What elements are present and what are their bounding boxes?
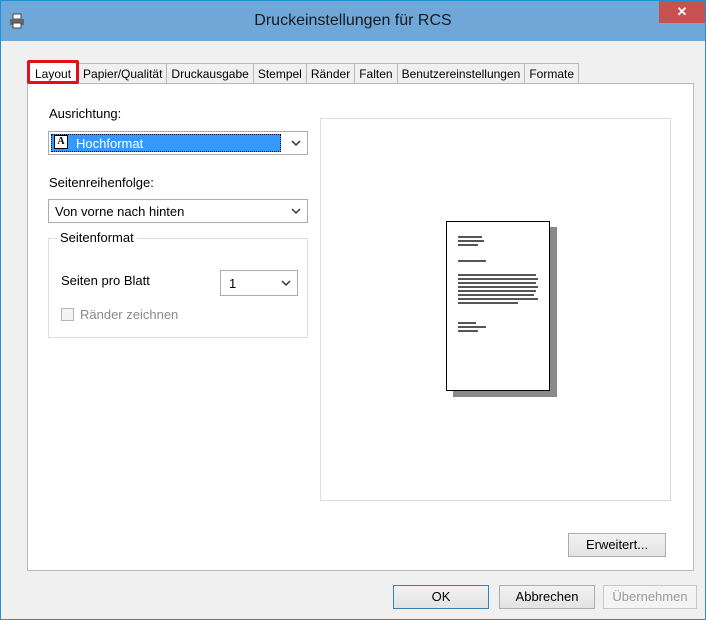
- draw-borders-label: Ränder zeichnen: [80, 307, 179, 322]
- page-format-group: Seitenformat Seiten pro Blatt 1 Ränder z…: [48, 230, 308, 338]
- portrait-page-icon: A: [54, 135, 68, 149]
- advanced-button[interactable]: Erweitert...: [568, 533, 666, 557]
- layout-tab-panel: Ausrichtung: A Hochformat Seitenreihenfo…: [27, 83, 694, 571]
- tab-user-settings[interactable]: Benutzereinstellungen: [396, 63, 526, 84]
- tab-output[interactable]: Druckausgabe: [166, 63, 254, 84]
- orientation-select[interactable]: A Hochformat: [48, 131, 308, 155]
- close-icon: ✕: [676, 4, 688, 19]
- pages-per-sheet-value: 1: [229, 276, 237, 291]
- ok-button[interactable]: OK: [393, 585, 489, 609]
- chevron-down-icon: [281, 280, 291, 287]
- draw-borders-checkbox[interactable]: [61, 308, 74, 321]
- title-bar: Druckeinstellungen für RCS ✕: [1, 1, 705, 41]
- chevron-down-icon: [291, 140, 301, 147]
- tab-stamp[interactable]: Stempel: [252, 63, 307, 84]
- text-lines-icon: [458, 236, 538, 332]
- pages-per-sheet-label: Seiten pro Blatt: [61, 273, 150, 288]
- tab-formats[interactable]: Formate: [524, 63, 580, 84]
- tab-strip: Layout Papier/Qualität Druckausgabe Stem…: [27, 60, 580, 84]
- window-title: Druckeinstellungen für RCS: [254, 12, 452, 29]
- apply-button[interactable]: Übernehmen: [603, 585, 697, 609]
- tab-paper-quality[interactable]: Papier/Qualität: [78, 63, 168, 84]
- tab-folding[interactable]: Falten: [354, 63, 398, 84]
- orientation-label: Ausrichtung:: [49, 106, 122, 121]
- chevron-down-icon: [291, 208, 301, 215]
- page-format-legend: Seitenformat: [57, 230, 137, 245]
- orientation-value: Hochformat: [76, 136, 144, 151]
- pages-per-sheet-select[interactable]: 1: [220, 270, 298, 296]
- cancel-button[interactable]: Abbrechen: [499, 585, 595, 609]
- page-order-select[interactable]: Von vorne nach hinten: [48, 199, 308, 223]
- tab-layout[interactable]: Layout: [27, 60, 80, 84]
- layout-preview: [320, 118, 671, 501]
- print-settings-dialog: Druckeinstellungen für RCS ✕ Layout Papi…: [0, 0, 706, 620]
- tab-margins[interactable]: Ränder: [305, 63, 356, 84]
- page-order-value: Von vorne nach hinten: [55, 204, 185, 219]
- page-preview-thumbnail: [446, 221, 550, 391]
- page-order-label: Seitenreihenfolge:: [49, 175, 154, 190]
- close-button[interactable]: ✕: [659, 1, 705, 23]
